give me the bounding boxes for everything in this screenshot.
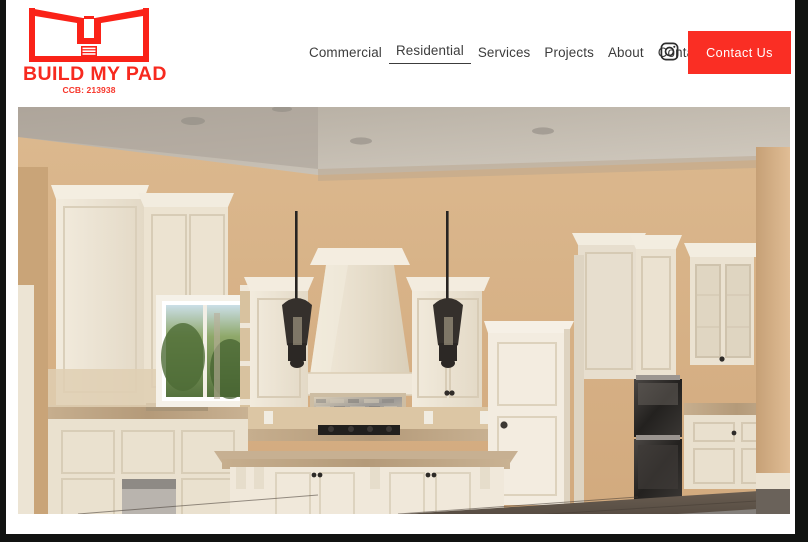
nav-item-services[interactable]: Services — [471, 42, 538, 63]
screenshot-frame: BUILD MY PAD CCB: 213938 Commercial Resi… — [0, 0, 808, 542]
logo-wordmark: BUILD MY PAD — [23, 63, 167, 85]
nav-item-about[interactable]: About — [601, 42, 651, 63]
main-navigation: Commercial Residential Services Projects… — [302, 40, 712, 64]
house-outline-logo-icon — [23, 2, 155, 66]
site-logo[interactable]: BUILD MY PAD CCB: 213938 — [23, 2, 167, 98]
web-page: BUILD MY PAD CCB: 213938 Commercial Resi… — [6, 0, 795, 534]
site-header: BUILD MY PAD CCB: 213938 Commercial Resi… — [6, 0, 795, 101]
kitchen-interior-photo — [18, 107, 790, 514]
nav-item-projects[interactable]: Projects — [537, 42, 601, 63]
nav-item-commercial[interactable]: Commercial — [302, 42, 389, 63]
logo-license-number: CCB: 213938 — [62, 85, 116, 95]
instagram-icon[interactable] — [660, 42, 679, 61]
contact-us-button[interactable]: Contact Us — [688, 31, 791, 74]
nav-item-residential[interactable]: Residential — [388, 40, 471, 64]
